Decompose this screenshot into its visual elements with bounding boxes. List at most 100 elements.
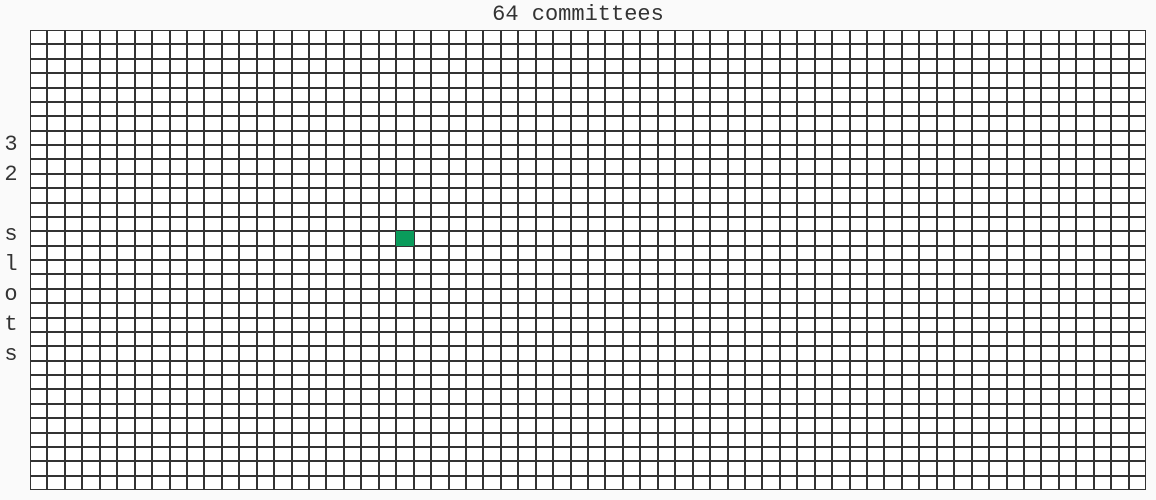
grid-cell xyxy=(449,231,466,245)
grid-cell xyxy=(501,174,518,188)
grid-cell xyxy=(989,346,1006,360)
grid-cell xyxy=(379,447,396,461)
grid-cell xyxy=(675,145,692,159)
grid-cell xyxy=(605,418,622,432)
grid-cell xyxy=(292,88,309,102)
grid-cell xyxy=(693,217,710,231)
grid-cell xyxy=(466,188,483,202)
grid-cell xyxy=(170,289,187,303)
grid-cell xyxy=(536,318,553,332)
grid-cell xyxy=(152,159,169,173)
grid-cell xyxy=(117,30,134,44)
grid-cell xyxy=(832,375,849,389)
grid-cell xyxy=(919,145,936,159)
grid-cell xyxy=(1024,231,1041,245)
grid-cell xyxy=(640,404,657,418)
grid-cell xyxy=(1059,145,1076,159)
grid-cell xyxy=(204,375,221,389)
grid-cell xyxy=(571,102,588,116)
grid-cell xyxy=(47,44,64,58)
grid-cell xyxy=(710,433,727,447)
grid-cell xyxy=(431,30,448,44)
grid-cell xyxy=(832,389,849,403)
grid-cell xyxy=(850,476,867,490)
grid-cell xyxy=(797,246,814,260)
grid-cell xyxy=(937,203,954,217)
grid-cell xyxy=(850,131,867,145)
grid-cell xyxy=(972,346,989,360)
grid-cell xyxy=(571,174,588,188)
grid-cell xyxy=(710,318,727,332)
grid-cell xyxy=(466,246,483,260)
grid-cell xyxy=(605,375,622,389)
grid-cell xyxy=(745,375,762,389)
grid-cell xyxy=(518,44,535,58)
grid-cell xyxy=(989,102,1006,116)
grid-cell xyxy=(466,318,483,332)
grid-cell xyxy=(274,231,291,245)
grid-cell xyxy=(954,188,971,202)
grid-cell xyxy=(1076,116,1093,130)
grid-cell xyxy=(431,346,448,360)
grid-cell xyxy=(728,44,745,58)
grid-cell xyxy=(170,174,187,188)
grid-cell xyxy=(867,375,884,389)
grid-cell xyxy=(989,88,1006,102)
grid-cell xyxy=(1059,318,1076,332)
grid-cell xyxy=(605,274,622,288)
grid-cell xyxy=(257,59,274,73)
grid-cell xyxy=(867,102,884,116)
grid-cell xyxy=(658,59,675,73)
grid-cell xyxy=(658,88,675,102)
grid-cell xyxy=(82,30,99,44)
grid-cell xyxy=(693,174,710,188)
grid-cell xyxy=(152,44,169,58)
grid-cell xyxy=(1076,346,1093,360)
grid-cell xyxy=(693,231,710,245)
grid-cell xyxy=(30,116,47,130)
grid-cell xyxy=(693,88,710,102)
grid-cell xyxy=(170,88,187,102)
grid-cell xyxy=(379,188,396,202)
grid-cell xyxy=(309,188,326,202)
grid-cell xyxy=(47,433,64,447)
grid-cell xyxy=(972,145,989,159)
grid-cell xyxy=(309,346,326,360)
grid-cell xyxy=(274,188,291,202)
grid-cell xyxy=(379,246,396,260)
grid-cell xyxy=(1007,73,1024,87)
grid-cell xyxy=(571,116,588,130)
grid-cell xyxy=(239,303,256,317)
grid-cell xyxy=(379,231,396,245)
grid-cell xyxy=(1129,217,1146,231)
grid-cell xyxy=(623,203,640,217)
grid-cell xyxy=(797,433,814,447)
grid-cell xyxy=(1041,217,1058,231)
grid-cell xyxy=(1076,88,1093,102)
grid-cell xyxy=(170,303,187,317)
grid-cell xyxy=(623,375,640,389)
grid-cell xyxy=(396,361,413,375)
grid-cell xyxy=(414,375,431,389)
grid-cell xyxy=(47,447,64,461)
grid-cell xyxy=(536,246,553,260)
grid-cell xyxy=(344,346,361,360)
grid-cell xyxy=(396,303,413,317)
grid-cell xyxy=(815,375,832,389)
grid-cell xyxy=(850,231,867,245)
grid-cell xyxy=(30,346,47,360)
grid-cell xyxy=(65,231,82,245)
grid-cell xyxy=(518,131,535,145)
grid-cell xyxy=(1024,174,1041,188)
grid-cell xyxy=(658,102,675,116)
grid-cell xyxy=(518,361,535,375)
grid-cell xyxy=(1076,102,1093,116)
grid-cell xyxy=(780,361,797,375)
grid-cell xyxy=(710,375,727,389)
grid-cell xyxy=(1094,404,1111,418)
grid-cell xyxy=(152,260,169,274)
grid-cell xyxy=(152,303,169,317)
grid-cell xyxy=(937,30,954,44)
grid-cell xyxy=(850,389,867,403)
grid-cell xyxy=(710,260,727,274)
